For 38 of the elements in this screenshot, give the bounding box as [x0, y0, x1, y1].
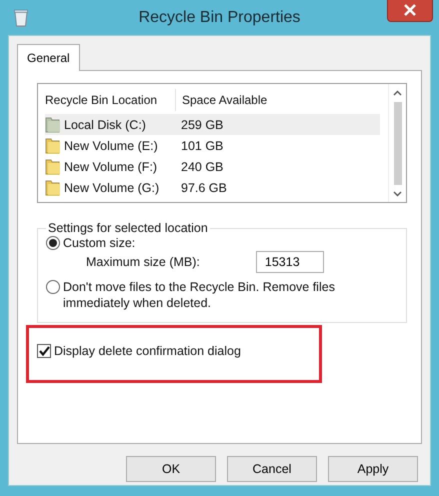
scroll-up-icon [393, 90, 402, 96]
tab[interactable]: General [17, 44, 80, 71]
close-icon [404, 4, 416, 16]
scroll-down-icon [393, 191, 402, 197]
checkbox-label: Display delete confirmation dialog [54, 344, 241, 358]
column-header[interactable]: Space Available [175, 89, 268, 111]
list-row[interactable]: Local Disk (C:) 259 GB [45, 114, 380, 135]
location-name: New Volume (G:) [64, 180, 160, 194]
space-available: 259 GB [180, 118, 224, 132]
radio-button[interactable] [46, 280, 60, 294]
folder-icon [45, 179, 61, 196]
list-row[interactable]: New Volume (G:) 97.6 GB [45, 177, 380, 198]
column-header[interactable]: Recycle Bin Location [45, 93, 175, 107]
location-name: Local Disk (C:) [64, 118, 146, 132]
radio-button[interactable] [46, 236, 60, 250]
dialog-button[interactable]: Cancel [227, 456, 317, 482]
check-icon [38, 346, 50, 356]
dialog-button[interactable]: OK [126, 456, 216, 482]
close-button[interactable] [387, 0, 433, 22]
list-row[interactable]: New Volume (F:) 240 GB [45, 156, 380, 177]
window-title: Recycle Bin Properties [138, 8, 300, 26]
size-field[interactable]: 15313 [256, 251, 324, 273]
dialog-button[interactable]: Apply [328, 456, 418, 482]
list-row[interactable]: New Volume (E:) 101 GB [45, 135, 380, 156]
checkbox[interactable] [37, 344, 51, 358]
option-label: Don't move files to the Recycle Bin. Remove files immediately when deleted. [63, 279, 336, 311]
location-name: New Volume (E:) [64, 138, 158, 152]
option-label: Custom size: [63, 235, 136, 251]
recycle-bin-icon [14, 8, 28, 26]
space-available: 101 GB [180, 138, 224, 152]
group-title: Settings for selected location [47, 221, 209, 235]
field-label: Maximum size (MB): [86, 255, 200, 269]
folder-icon [45, 137, 61, 154]
location-name: New Volume (F:) [64, 160, 158, 174]
space-available: 97.6 GB [180, 180, 227, 194]
folder-icon [45, 116, 61, 133]
folder-icon [45, 158, 61, 175]
space-available: 240 GB [180, 160, 224, 174]
